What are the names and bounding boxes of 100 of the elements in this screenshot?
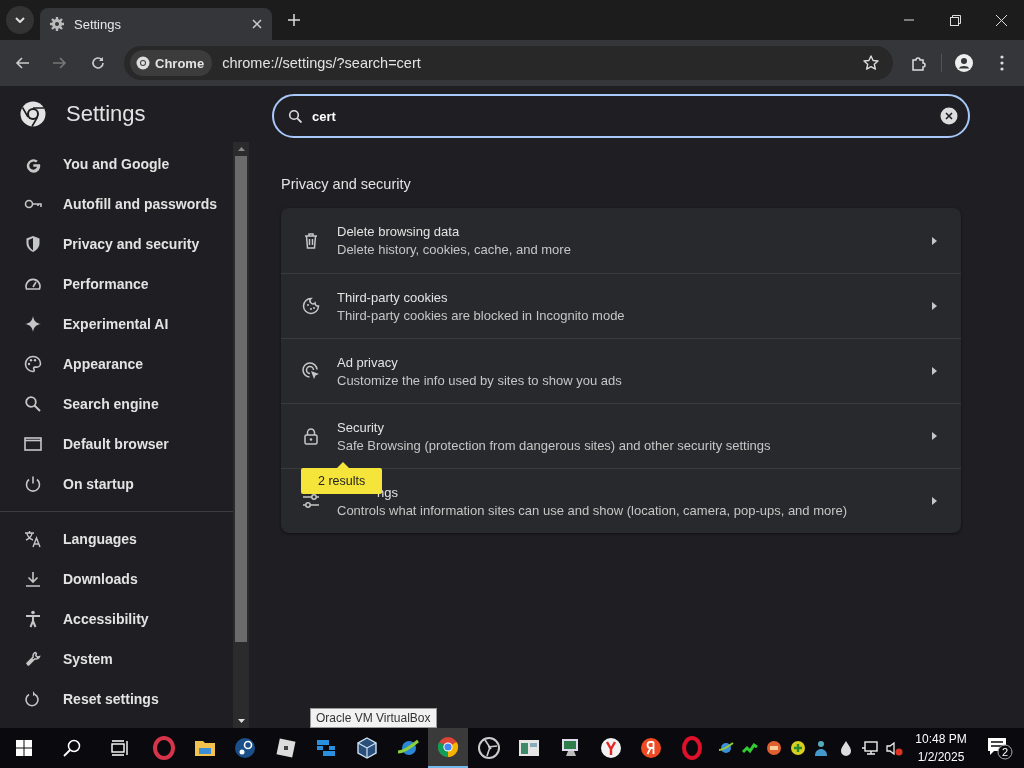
sidebar-item[interactable]: Privacy and security bbox=[0, 224, 233, 264]
url-text: chrome://settings/?search=cert bbox=[222, 55, 422, 71]
sidebar-item[interactable]: Performance bbox=[0, 264, 233, 304]
minimize-icon bbox=[904, 19, 914, 21]
target-cursor-icon bbox=[302, 362, 320, 380]
chrome-logo-icon bbox=[136, 56, 150, 70]
reset-icon bbox=[24, 690, 42, 708]
sidebar-item[interactable]: Experimental AI bbox=[0, 304, 233, 344]
person-icon bbox=[955, 54, 973, 72]
arrow-right-icon bbox=[53, 56, 67, 70]
settings-title: Settings bbox=[66, 101, 146, 127]
wrench-icon bbox=[24, 650, 42, 668]
chrome-logo-icon bbox=[20, 101, 46, 127]
puzzle-icon bbox=[911, 55, 927, 71]
tab-search-button[interactable] bbox=[6, 6, 34, 34]
caret-right-icon bbox=[932, 236, 937, 245]
sidebar-item[interactable]: Search engine bbox=[0, 384, 233, 424]
row-subtitle: Third-party cookies are blocked in Incognito mode bbox=[337, 307, 626, 323]
row-subtitle: Safe Browsing (protection from dangerous sites) and other security settings bbox=[337, 437, 772, 453]
caret-right-icon bbox=[932, 367, 937, 375]
row-title: Security bbox=[337, 419, 385, 435]
close-tab-button[interactable] bbox=[252, 19, 262, 29]
settings-row[interactable]: Delete browsing data Delete history, cookies, cache, and more bbox=[281, 208, 961, 273]
clock[interactable]: 10:48 PM 1/2/2025 bbox=[906, 732, 976, 764]
network-icon bbox=[861, 739, 879, 757]
window-icon bbox=[24, 435, 42, 453]
plus-icon bbox=[288, 14, 300, 26]
minus-disc-icon bbox=[765, 739, 783, 757]
speaker-muted-icon bbox=[885, 739, 903, 757]
scrollbar[interactable] bbox=[233, 142, 249, 728]
row-title: Third-party cookies bbox=[337, 289, 449, 305]
star-icon bbox=[863, 55, 879, 71]
sidebar-item[interactable]: Appearance bbox=[0, 344, 233, 384]
task-view-icon bbox=[111, 740, 129, 756]
search-input[interactable]: cert bbox=[312, 108, 930, 124]
sidebar-item[interactable]: Downloads bbox=[0, 559, 233, 599]
reload-icon bbox=[91, 56, 105, 70]
row-title: Delete browsing data bbox=[337, 224, 461, 239]
steam-icon bbox=[233, 736, 258, 760]
tooltip-pointer-icon bbox=[337, 462, 349, 468]
row-subtitle: Controls what information sites can use and show (location, camera, pop-ups, and more) bbox=[337, 502, 849, 518]
row-title: Ad privacy bbox=[337, 354, 399, 370]
date-text: 1/2/2025 bbox=[917, 750, 965, 764]
cookie-icon bbox=[302, 297, 320, 315]
address-bar[interactable]: Chrome chrome://settings/?search=cert bbox=[124, 46, 893, 80]
close-icon bbox=[995, 14, 1007, 26]
time-text: 10:48 PM bbox=[915, 732, 967, 746]
taskbar-tooltip: Oracle VM VirtualBox bbox=[310, 708, 437, 728]
sidebar-item[interactable]: You and Google bbox=[0, 144, 233, 184]
search-icon bbox=[24, 395, 42, 413]
sidebar-item[interactable]: Default browser bbox=[0, 424, 233, 464]
settings-row[interactable]: Third-party cookies Third-party cookies are blocked in Incognito mode bbox=[281, 273, 961, 338]
caret-right-icon bbox=[932, 302, 937, 310]
row-subtitle: Customize the info used by sites to show you ads bbox=[337, 372, 623, 388]
sidebar-item[interactable]: System bbox=[0, 639, 233, 679]
caret-right-icon bbox=[932, 432, 937, 440]
letter-circle-icon bbox=[639, 736, 664, 760]
chevron-down-icon bbox=[15, 17, 25, 23]
tab-title: Settings bbox=[74, 16, 122, 32]
sidebar-item[interactable]: Reset settings bbox=[0, 679, 233, 719]
caret-right-icon bbox=[932, 497, 937, 505]
palette-icon bbox=[24, 355, 42, 373]
search-icon bbox=[288, 109, 302, 123]
y-circle-icon bbox=[598, 736, 623, 760]
sidebar-item[interactable]: Languages bbox=[0, 519, 233, 559]
section-heading: Privacy and security bbox=[281, 176, 412, 192]
arrow-up-icon bbox=[237, 147, 245, 151]
cube-icon bbox=[354, 736, 379, 760]
download-icon bbox=[24, 570, 42, 588]
trash-icon bbox=[302, 231, 320, 250]
sparkle-icon bbox=[24, 315, 42, 333]
sliders-icon bbox=[302, 492, 320, 510]
clear-search-button[interactable] bbox=[940, 107, 958, 125]
translate-icon bbox=[24, 530, 42, 548]
taskbar-app-button[interactable] bbox=[428, 728, 469, 768]
windows-logo-icon bbox=[16, 740, 32, 756]
search-icon bbox=[63, 739, 81, 757]
sidebar-item[interactable]: On startup bbox=[0, 464, 233, 504]
shield-icon bbox=[24, 235, 42, 253]
browser-tab[interactable]: Settings bbox=[40, 8, 272, 40]
power-icon bbox=[24, 475, 42, 493]
row-subtitle: Delete history, cookies, cache, and more bbox=[337, 242, 572, 257]
search-field[interactable]: cert bbox=[272, 94, 970, 138]
lock-icon bbox=[302, 427, 320, 445]
sidebar-item[interactable]: Autofill and passwords bbox=[0, 184, 233, 224]
settings-row[interactable]: Ad privacy Customize the info used by sites to show you ads bbox=[281, 338, 961, 403]
plus-disc-icon bbox=[789, 739, 807, 757]
notifications-button[interactable]: 2 bbox=[976, 728, 1024, 768]
sidebar-item[interactable]: Accessibility bbox=[0, 599, 233, 639]
arrow-down-icon bbox=[237, 719, 245, 723]
o-ring-icon bbox=[679, 736, 704, 760]
close-icon bbox=[252, 19, 262, 29]
ring-icon bbox=[152, 736, 176, 760]
gear-icon bbox=[50, 17, 64, 31]
restore-icon bbox=[949, 14, 961, 26]
chrome-icon bbox=[436, 735, 461, 759]
clear-icon bbox=[940, 107, 958, 125]
scrollbar-thumb[interactable] bbox=[235, 156, 247, 642]
site-chip[interactable]: Chrome bbox=[130, 50, 213, 76]
results-tooltip: 2 results bbox=[301, 468, 383, 494]
